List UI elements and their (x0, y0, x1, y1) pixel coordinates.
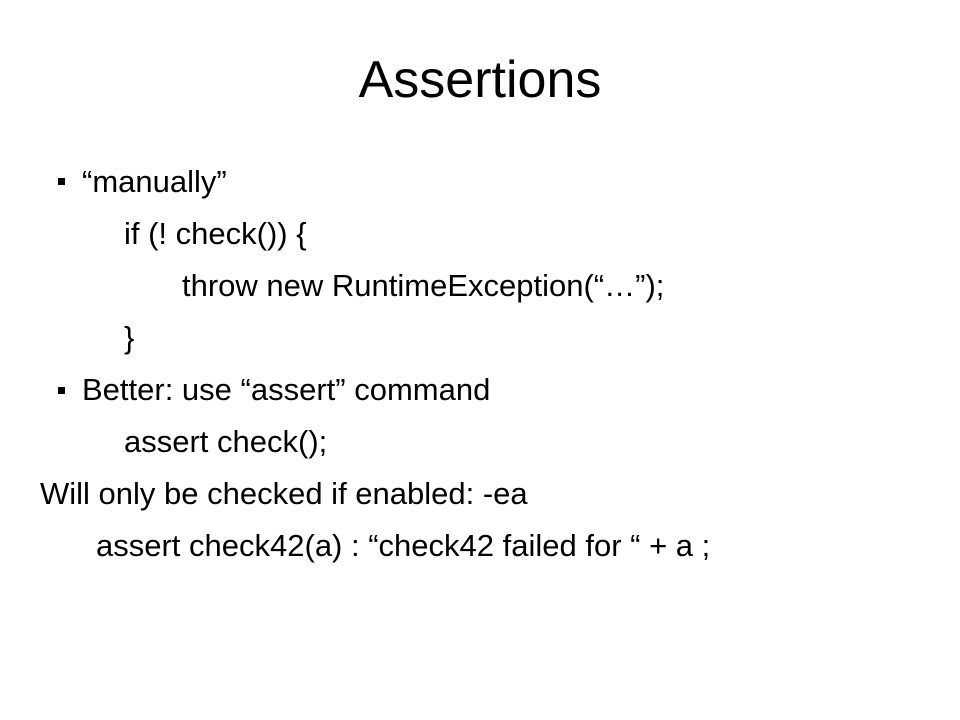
code-assert-line: assert check(); (40, 418, 920, 466)
code-if-line: if (! check()) { (40, 210, 920, 258)
code-throw-line: throw new RuntimeException(“…”); (40, 262, 920, 310)
slide-content: “manually” if (! check()) { throw new Ru… (40, 158, 920, 570)
bullet-better-text: Better: use “assert” command (82, 366, 490, 414)
bullet-manually: “manually” (40, 158, 920, 206)
bullet-dot-icon (40, 366, 82, 414)
bullet-manually-text: “manually” (82, 158, 227, 206)
code-assert42-line: assert check42(a) : “check42 failed for … (40, 522, 920, 570)
bullet-better: Better: use “assert” command (40, 366, 920, 414)
code-close-brace: } (40, 314, 920, 362)
bullet-dot-icon (40, 158, 82, 206)
slide-title: Assertions (40, 50, 920, 110)
text-willonly: Will only be checked if enabled: -ea (40, 470, 920, 518)
